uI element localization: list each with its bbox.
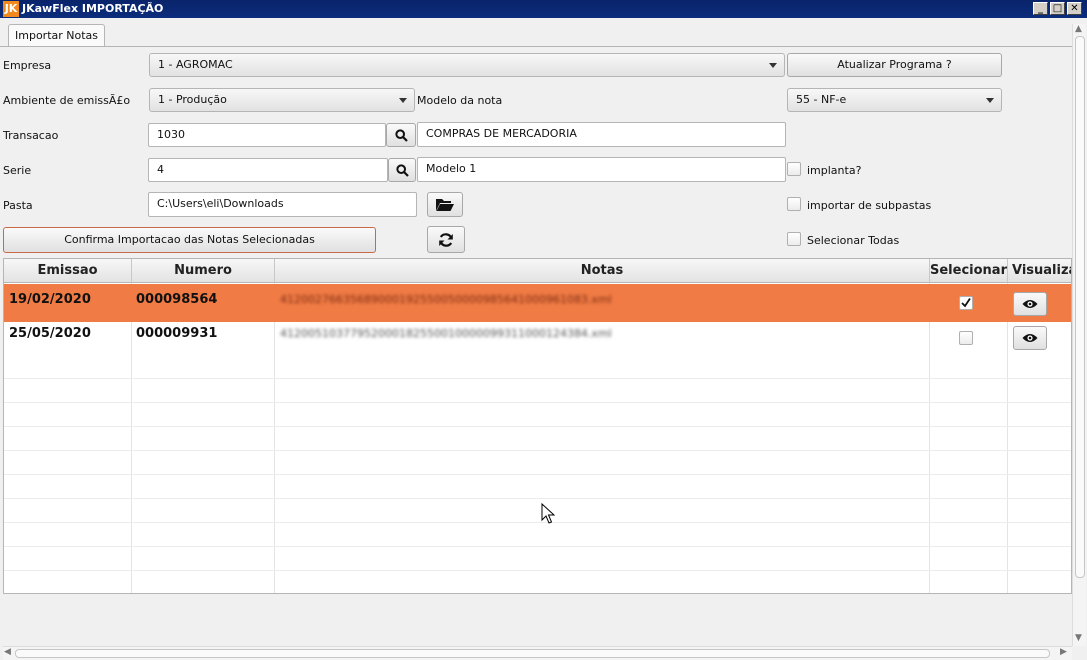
folder-open-icon bbox=[436, 199, 454, 211]
chevron-down-icon bbox=[399, 98, 407, 103]
modelo-nota-label: Modelo da nota bbox=[417, 94, 503, 107]
minimize-icon[interactable]: _ bbox=[1033, 2, 1048, 15]
serie-label: Serie bbox=[3, 164, 32, 177]
selecionar-todas-checkbox[interactable] bbox=[787, 232, 801, 246]
column-header-numero[interactable]: Numero bbox=[132, 259, 275, 283]
notas-table: Emissao Numero Notas Selecionar Visualiz… bbox=[3, 258, 1072, 594]
emissao-cell: 19/02/2020 bbox=[9, 292, 91, 307]
modelo-nota-select[interactable]: 55 - NF-e bbox=[787, 88, 1002, 112]
ambiente-label: Ambiente de emissÃ£o bbox=[3, 94, 131, 107]
window-title: JKawFlex IMPORTAÇÃO bbox=[22, 2, 164, 15]
refresh-button[interactable] bbox=[427, 226, 465, 253]
atualizar-programa-button[interactable]: Atualizar Programa ? bbox=[787, 53, 1002, 77]
search-icon bbox=[394, 128, 408, 142]
visualizar-button[interactable] bbox=[1013, 326, 1047, 350]
pasta-input[interactable]: C:\Users\eli\Downloads bbox=[148, 192, 417, 217]
modelo-nota-value: 55 - NF-e bbox=[796, 93, 847, 106]
column-header-visualiza[interactable]: Visualiza bbox=[1008, 259, 1071, 283]
refresh-icon bbox=[439, 232, 453, 247]
scroll-right-icon[interactable]: ▶ bbox=[1060, 647, 1067, 657]
mouse-cursor-icon bbox=[541, 503, 555, 524]
subpastas-checkbox[interactable] bbox=[787, 197, 801, 211]
selecionar-todas-label: Selecionar Todas bbox=[807, 234, 900, 247]
row-select-checkbox[interactable] bbox=[959, 331, 973, 345]
serie-input[interactable]: 4 bbox=[148, 158, 388, 182]
pasta-label: Pasta bbox=[3, 199, 33, 212]
empresa-value: 1 - AGROMAC bbox=[158, 58, 233, 71]
ambiente-value: 1 - Produção bbox=[158, 93, 227, 106]
column-header-notas[interactable]: Notas bbox=[275, 259, 930, 283]
numero-cell: 000009931 bbox=[136, 326, 218, 341]
ambiente-select[interactable]: 1 - Produção bbox=[149, 88, 415, 112]
chevron-down-icon bbox=[986, 98, 994, 103]
tab-divider bbox=[0, 46, 1072, 47]
browse-folder-button[interactable] bbox=[427, 192, 463, 217]
vertical-scroll-thumb[interactable] bbox=[1075, 36, 1085, 578]
app-logo-icon: JK bbox=[3, 1, 19, 17]
empresa-select[interactable]: 1 - AGROMAC bbox=[149, 53, 785, 77]
notas-cell: 4120051037795200018255001000009931100012… bbox=[280, 327, 612, 340]
serie-search-button[interactable] bbox=[388, 158, 416, 182]
column-header-emissao[interactable]: Emissao bbox=[4, 259, 132, 283]
window-titlebar: JK JKawFlex IMPORTAÇÃO _ □ ✕ bbox=[0, 0, 1087, 18]
implanta-checkbox[interactable] bbox=[787, 162, 801, 176]
confirma-importacao-button[interactable]: Confirma Importacao das Notas Selecionad… bbox=[3, 227, 376, 253]
scroll-up-icon[interactable]: ▲ bbox=[1075, 24, 1082, 34]
chevron-down-icon bbox=[769, 63, 777, 68]
close-icon[interactable]: ✕ bbox=[1067, 2, 1082, 15]
serie-description: Modelo 1 bbox=[417, 157, 786, 182]
implanta-label: implanta? bbox=[807, 164, 862, 177]
tab-importar-notas[interactable]: Importar Notas bbox=[8, 24, 106, 47]
transacao-input[interactable]: 1030 bbox=[148, 123, 386, 147]
search-icon bbox=[395, 163, 409, 177]
maximize-icon[interactable]: □ bbox=[1050, 2, 1065, 15]
numero-cell: 000098564 bbox=[136, 292, 218, 307]
vertical-scrollbar[interactable]: ▲ ▼ bbox=[1072, 24, 1086, 646]
row-select-checkbox[interactable] bbox=[959, 296, 973, 310]
scroll-down-icon[interactable]: ▼ bbox=[1075, 633, 1082, 643]
visualizar-button[interactable] bbox=[1013, 292, 1047, 316]
column-header-selecionar[interactable]: Selecionar bbox=[930, 259, 1008, 283]
scroll-left-icon[interactable]: ◀ bbox=[4, 647, 11, 657]
empresa-label: Empresa bbox=[3, 59, 52, 72]
checkmark-icon bbox=[961, 298, 971, 308]
horizontal-scrollbar[interactable]: ◀ ▶ bbox=[3, 646, 1072, 660]
eye-icon bbox=[1022, 334, 1038, 342]
transacao-label: Transacao bbox=[3, 129, 59, 142]
subpastas-label: importar de subpastas bbox=[807, 199, 932, 212]
notas-cell: 4120027663568900019255005000098564100096… bbox=[280, 293, 612, 306]
eye-icon bbox=[1022, 300, 1038, 308]
transacao-description: COMPRAS DE MERCADORIA bbox=[417, 122, 786, 147]
transacao-search-button[interactable] bbox=[386, 123, 416, 147]
horizontal-scroll-thumb[interactable] bbox=[15, 649, 1050, 658]
emissao-cell: 25/05/2020 bbox=[9, 326, 91, 341]
